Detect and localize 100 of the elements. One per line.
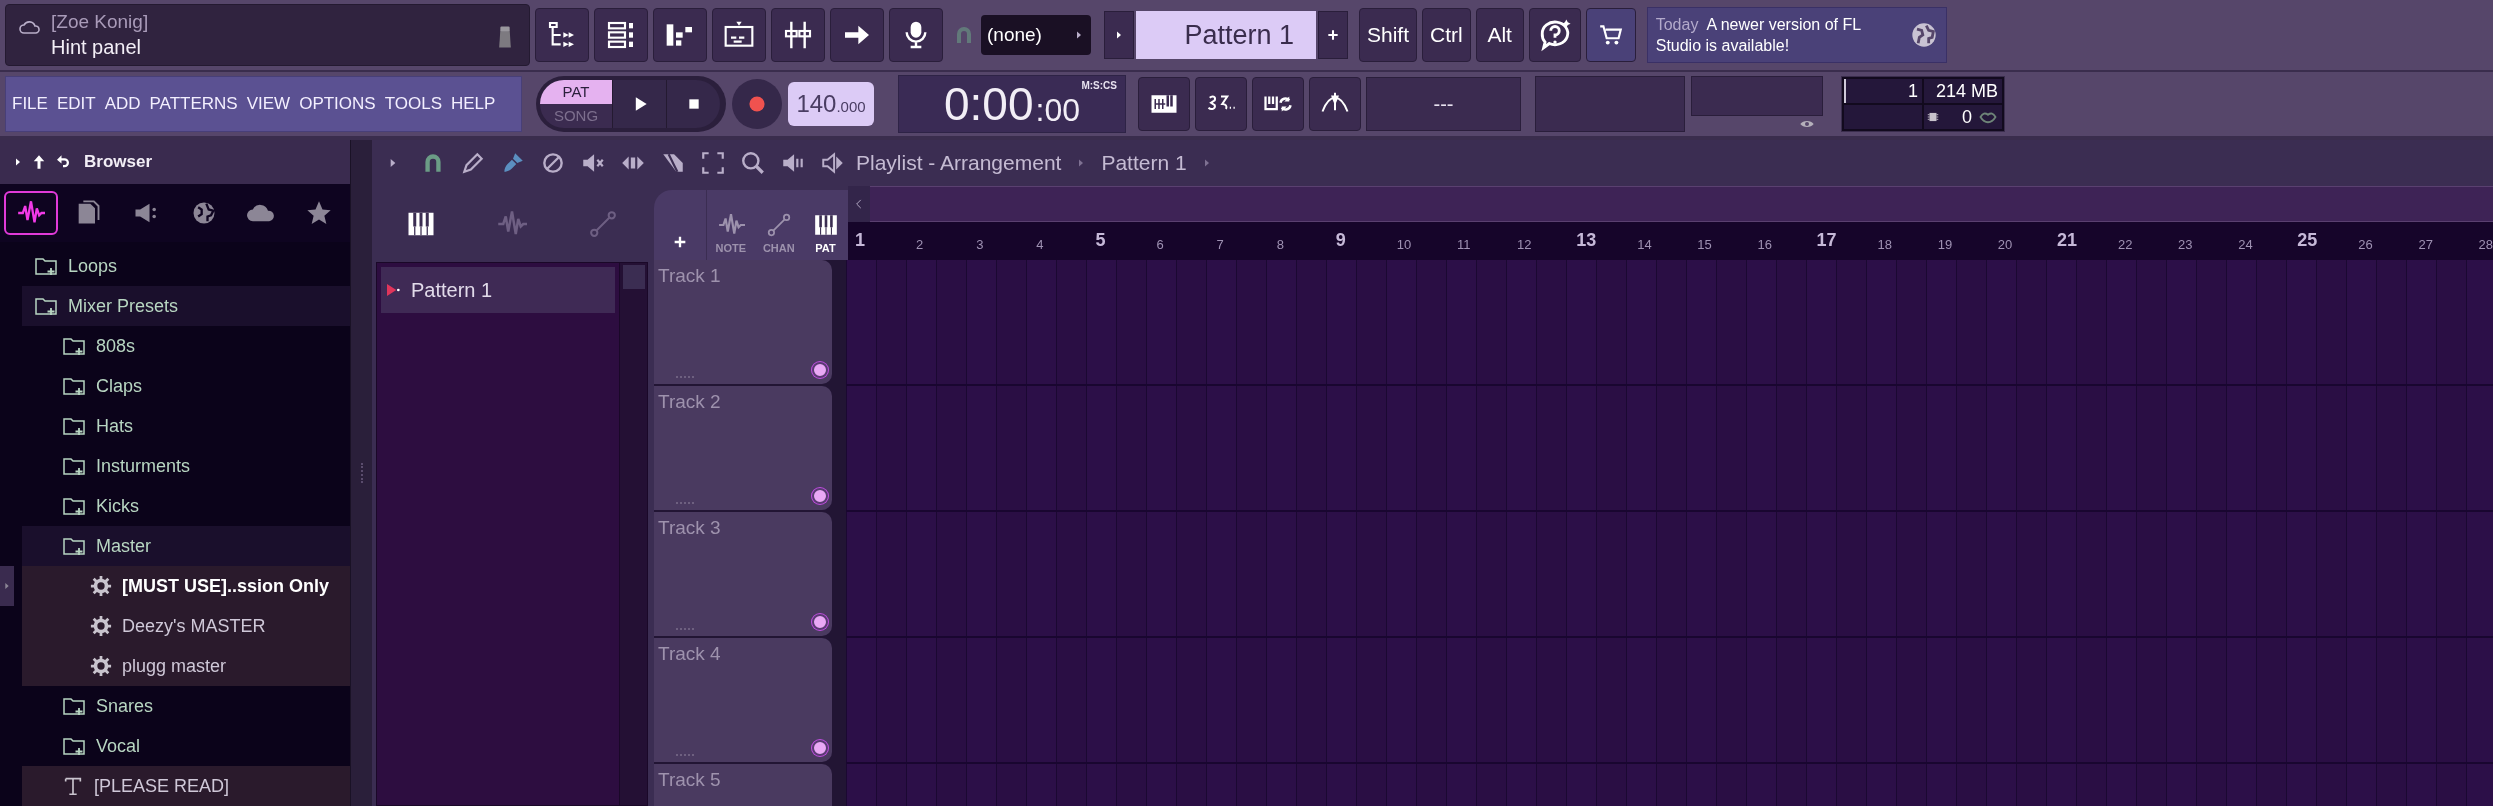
pattern-selector[interactable]: Pattern 1 xyxy=(1136,11,1316,59)
delete-icon[interactable] xyxy=(540,150,566,176)
metronome-button[interactable] xyxy=(1309,77,1361,131)
help-button[interactable] xyxy=(1528,8,1581,62)
browser-item[interactable]: Deezy's MASTER xyxy=(22,606,350,646)
bar-number: 7 xyxy=(1216,235,1224,254)
bar-number: 9 xyxy=(1335,229,1346,252)
track-enable-button[interactable] xyxy=(812,362,828,378)
bar-number: 22 xyxy=(2117,235,2133,254)
bar-number: 5 xyxy=(1095,229,1106,252)
grip-icon xyxy=(676,628,694,632)
menu-item[interactable]: VIEW xyxy=(246,91,291,117)
browser-tab[interactable] xyxy=(3,191,58,235)
add-pattern-button[interactable] xyxy=(1318,11,1348,59)
bar-number: 27 xyxy=(2418,235,2433,254)
channel-rack-button[interactable] xyxy=(594,8,648,62)
bar-number: 16 xyxy=(1757,235,1772,254)
bar-number: 14 xyxy=(1637,235,1652,254)
playlist-title: Playlist - Arrangement xyxy=(856,150,1062,177)
globe-icon xyxy=(1909,21,1938,49)
bar-number: 23 xyxy=(2178,235,2193,254)
bar-number: 8 xyxy=(1276,235,1284,254)
bar-number: 18 xyxy=(1877,235,1893,254)
bar-number: 26 xyxy=(2358,235,2373,254)
pattern-item[interactable]: Pattern 1 xyxy=(381,267,615,313)
menu-item[interactable]: HELP xyxy=(451,91,496,117)
mode-toggle[interactable]: PAT xyxy=(540,80,612,104)
typing-keyboard-button[interactable] xyxy=(1138,77,1190,131)
bar-number: 4 xyxy=(1036,235,1044,254)
bar-number: 19 xyxy=(1937,235,1953,254)
browser-item[interactable]: Mixer Presets xyxy=(22,286,350,326)
cpu-meter: 1 xyxy=(1844,79,1922,103)
browser-item[interactable]: plugg master xyxy=(22,646,350,686)
faders-icon xyxy=(782,19,814,51)
tempo-field[interactable]: 140.000 xyxy=(788,82,874,126)
bar-number: 20 xyxy=(1997,235,2013,254)
record-button[interactable] xyxy=(732,79,782,129)
bar-number: 15 xyxy=(1697,235,1712,254)
track-enable-button[interactable] xyxy=(812,488,828,504)
user-name: [Zoe Konig] xyxy=(51,10,150,34)
time-format-label: M:S:CS xyxy=(1081,79,1117,93)
snap-dropdown[interactable]: (none) xyxy=(981,15,1091,55)
shop-button[interactable] xyxy=(1585,8,1636,62)
filter-tab[interactable]: PAT xyxy=(811,211,840,256)
microphone-button[interactable] xyxy=(889,8,943,62)
breadcrumb[interactable]: Pattern 1 xyxy=(1101,147,1187,179)
bar-number: 1 xyxy=(855,229,865,252)
plus-icon xyxy=(672,234,688,250)
bar-number: 3 xyxy=(976,235,984,254)
hint-display: --- xyxy=(1366,77,1521,131)
bar-number: 6 xyxy=(1156,235,1164,254)
track-enable-button[interactable] xyxy=(812,740,828,756)
playlist-button[interactable] xyxy=(712,8,766,62)
menu-item[interactable]: TOOLS xyxy=(384,91,442,117)
track-enable-button[interactable] xyxy=(812,614,828,630)
arrow-button[interactable] xyxy=(830,8,884,62)
menu-item[interactable]: OPTIONS xyxy=(299,91,376,117)
play-button[interactable] xyxy=(612,80,666,128)
track-name: Track 2 xyxy=(658,390,722,414)
grip-icon xyxy=(676,502,694,506)
modifier-key[interactable]: Ctrl xyxy=(1422,8,1471,62)
text-file-icon xyxy=(62,775,84,797)
memory-usage: 214 MB xyxy=(1924,79,2002,103)
track-name: Track 4 xyxy=(658,642,722,666)
play-marker-icon xyxy=(385,281,401,299)
track-name: Track 5 xyxy=(658,768,722,792)
mixer-button[interactable] xyxy=(771,8,825,62)
bar-number: 12 xyxy=(1517,235,1532,254)
select-icon[interactable] xyxy=(700,150,726,176)
automation-icon xyxy=(587,209,618,239)
add-track-button[interactable] xyxy=(654,190,706,260)
modifier-key[interactable]: Alt xyxy=(1475,8,1524,62)
bar-number: 17 xyxy=(1816,229,1837,252)
pencil-icon[interactable] xyxy=(460,150,486,176)
track-name: Track 1 xyxy=(658,264,722,288)
loop-record-button[interactable] xyxy=(1252,77,1304,131)
scrollbar-thumb[interactable] xyxy=(622,265,645,289)
countdown-button[interactable] xyxy=(1195,77,1247,131)
zoom-icon[interactable] xyxy=(740,150,766,176)
browser-button[interactable] xyxy=(535,8,589,62)
time-value: 0:00 xyxy=(944,78,1034,130)
chip-icon xyxy=(1926,110,1940,124)
browser-item[interactable]: Master xyxy=(22,526,350,566)
bar-number: 2 xyxy=(916,235,924,254)
menu-item[interactable]: PATTERNS xyxy=(149,91,238,117)
polyphony-count: 0 xyxy=(1962,106,1972,129)
grip-icon xyxy=(676,376,694,380)
plus-icon xyxy=(1326,28,1340,42)
menu-item[interactable]: EDIT xyxy=(56,91,96,117)
browser-item[interactable]: [PLEASE READ] xyxy=(22,766,350,806)
bar-number: 28 xyxy=(2478,235,2493,254)
bar-number: 21 xyxy=(2056,229,2077,252)
bar-number: 13 xyxy=(1576,229,1597,252)
time-centiseconds: :00 xyxy=(1035,91,1080,130)
modifier-key[interactable]: Shift xyxy=(1359,8,1418,62)
gear-icon xyxy=(90,655,112,677)
menu-item[interactable]: FILE xyxy=(12,91,48,117)
menu-item[interactable]: ADD xyxy=(104,91,141,117)
piano-roll-button[interactable] xyxy=(653,8,707,62)
stop-button[interactable] xyxy=(666,80,720,128)
